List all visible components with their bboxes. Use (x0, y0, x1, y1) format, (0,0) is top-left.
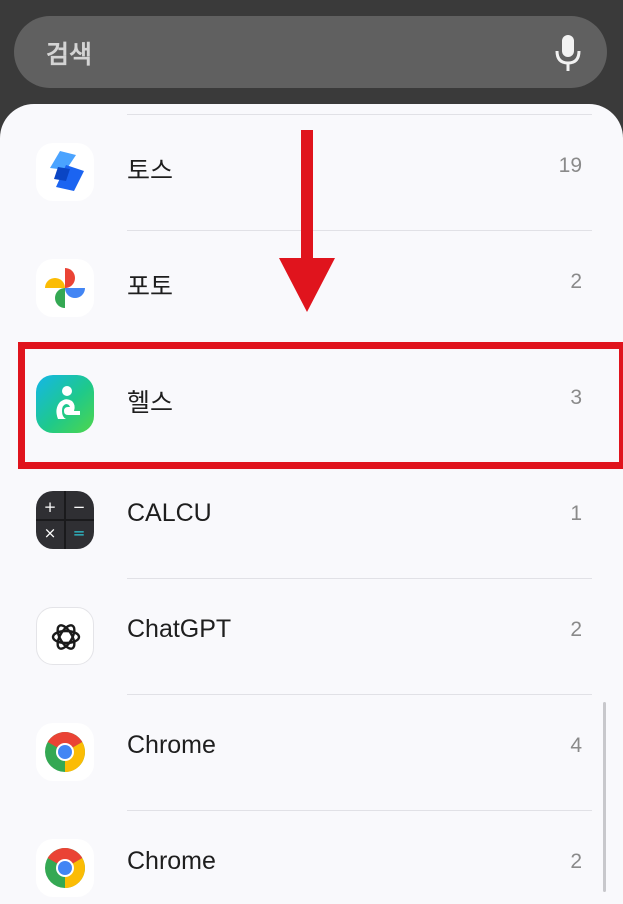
calculator-app-icon: + − × = (36, 491, 94, 549)
app-count: 1 (570, 502, 582, 525)
app-label: Chrome (127, 847, 216, 875)
app-count: 2 (570, 270, 582, 293)
svg-text:×: × (44, 524, 57, 542)
list-item-calcu[interactable]: + − × = CALCU 1 (0, 463, 623, 579)
app-label: CALCU (127, 499, 212, 527)
app-count: 2 (570, 850, 582, 873)
svg-text:−: − (73, 498, 86, 516)
app-label: 포토 (127, 273, 174, 301)
app-label: Chrome (127, 731, 216, 759)
svg-text:=: = (73, 524, 86, 542)
list-item-toss[interactable]: 토스 19 (0, 115, 623, 231)
app-label: ChatGPT (127, 615, 232, 643)
list-item-chrome[interactable]: Chrome 4 (0, 695, 623, 811)
list-item-chrome-2[interactable]: Chrome 2 (0, 811, 623, 904)
microphone-icon[interactable] (555, 35, 581, 71)
app-count: 2 (570, 618, 582, 641)
highlight-box (18, 342, 623, 469)
app-label: 토스 (127, 157, 174, 185)
chrome-app-icon (36, 723, 94, 781)
toss-app-icon (36, 143, 94, 201)
app-count: 19 (558, 154, 582, 177)
app-count: 4 (570, 734, 582, 757)
list-item-chatgpt[interactable]: ChatGPT 2 (0, 579, 623, 695)
svg-text:+: + (44, 498, 57, 516)
list-item-photos[interactable]: 포토 2 (0, 231, 623, 347)
chatgpt-app-icon (36, 607, 94, 665)
chrome-app-icon (36, 839, 94, 897)
scrollbar[interactable] (603, 702, 606, 892)
google-photos-app-icon (36, 259, 94, 317)
app-list-sheet[interactable]: 토스 19 포토 2 헬스 3 + − × = CALCU 1 ChatGPT … (0, 104, 623, 904)
search-placeholder: 검색 (46, 40, 93, 69)
search-bar[interactable]: 검색 (14, 16, 607, 88)
